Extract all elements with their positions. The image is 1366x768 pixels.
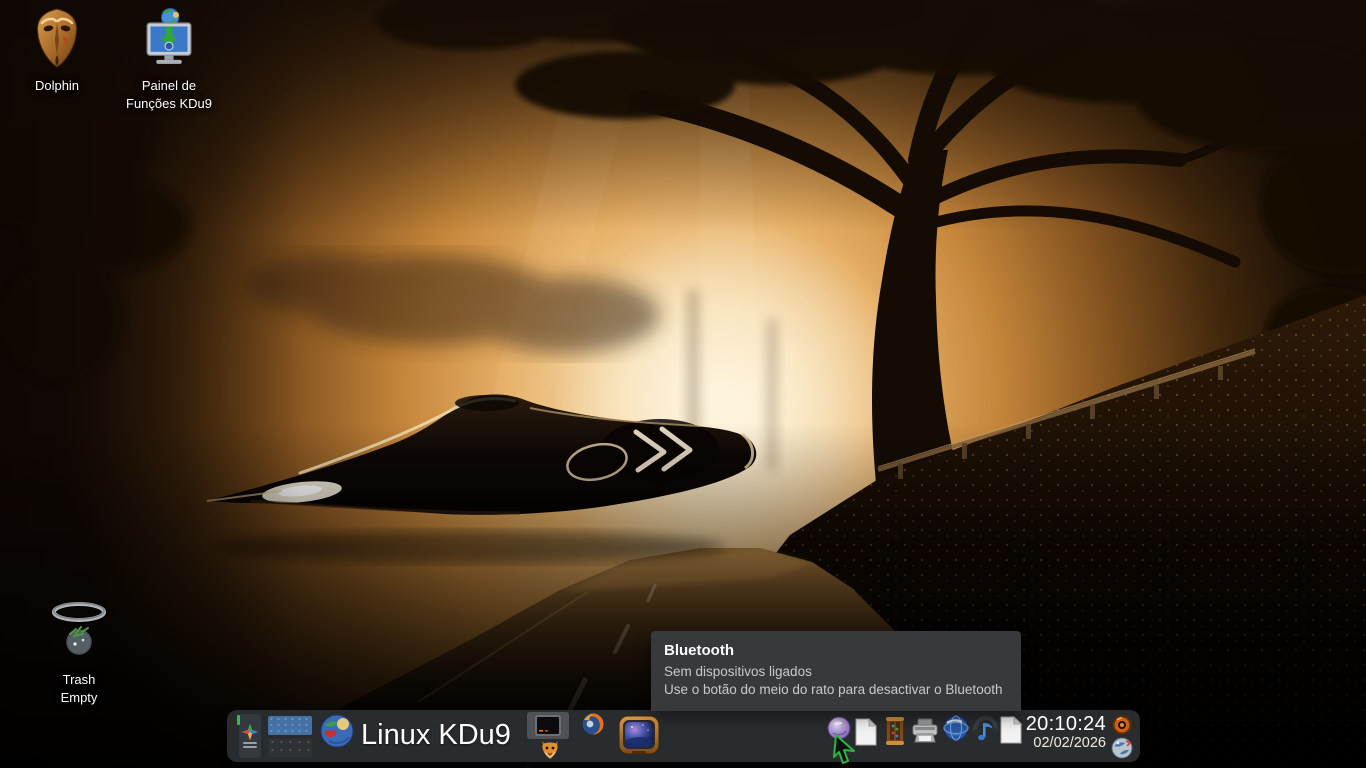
digital-clock[interactable]: 20:10:24 02/02/2026 xyxy=(1020,714,1106,751)
desktop-screen: Dolphin Painel de Funções KDu9 xyxy=(0,0,1366,768)
tooltip-line2: Use o botão do meio do rato para desacti… xyxy=(664,681,1008,699)
pager-widget xyxy=(268,716,312,756)
trash-ring-bowl-icon xyxy=(40,598,118,662)
globe-update-icon[interactable] xyxy=(1111,737,1133,759)
desktop-icon-trash[interactable]: Trash Empty xyxy=(23,598,135,707)
monitor-globe-download-icon xyxy=(141,8,197,68)
dolphin-mask-icon xyxy=(30,8,84,68)
world-globe-icon[interactable] xyxy=(319,713,355,749)
clock-date: 02/02/2026 xyxy=(1020,736,1106,751)
taskbar-panel: Linux KDu9 xyxy=(227,710,1140,762)
printer-tray-icon[interactable] xyxy=(911,718,939,744)
mouse-cursor xyxy=(830,733,860,765)
audio-headphones-tray-icon[interactable] xyxy=(971,715,999,743)
clock-time: 20:10:24 xyxy=(1020,714,1106,735)
network-globe-tray-icon[interactable] xyxy=(943,715,969,741)
launcher-activity-indicator xyxy=(237,715,240,725)
trash-status: Empty xyxy=(23,689,135,707)
bluetooth-tooltip: Bluetooth Sem dispositivos ligados Use o… xyxy=(651,631,1021,711)
fox-icon[interactable] xyxy=(540,740,560,760)
pager-desktop-2[interactable] xyxy=(268,738,312,757)
trash-label: Trash xyxy=(23,671,135,689)
app-launcher-star-icon xyxy=(242,724,258,740)
terminal-icon xyxy=(535,715,561,736)
desktop-icon-label: Dolphin xyxy=(1,77,113,95)
desktop-icon-label-line1: Painel de xyxy=(113,77,225,95)
document2-tray-icon[interactable] xyxy=(1000,716,1022,744)
firefox-icon[interactable] xyxy=(582,713,604,735)
tv-screen-icon[interactable] xyxy=(618,714,660,756)
task-terminal-button[interactable] xyxy=(527,712,569,739)
desktop-icon-painel-funcoes[interactable]: Painel de Funções KDu9 xyxy=(113,8,225,113)
orange-lens-icon[interactable] xyxy=(1111,714,1133,736)
desktop-icon-label-line2: Funções KDu9 xyxy=(113,95,225,113)
panel-app-title[interactable]: Linux KDu9 xyxy=(361,710,511,762)
basket-tray-icon[interactable] xyxy=(884,715,906,747)
app-launcher-button[interactable] xyxy=(239,714,261,758)
tooltip-title: Bluetooth xyxy=(664,642,1008,659)
desktop-icon-dolphin[interactable]: Dolphin xyxy=(1,8,113,95)
pager-desktop-1[interactable] xyxy=(268,716,312,735)
tooltip-line1: Sem dispositivos ligados xyxy=(664,663,1008,681)
